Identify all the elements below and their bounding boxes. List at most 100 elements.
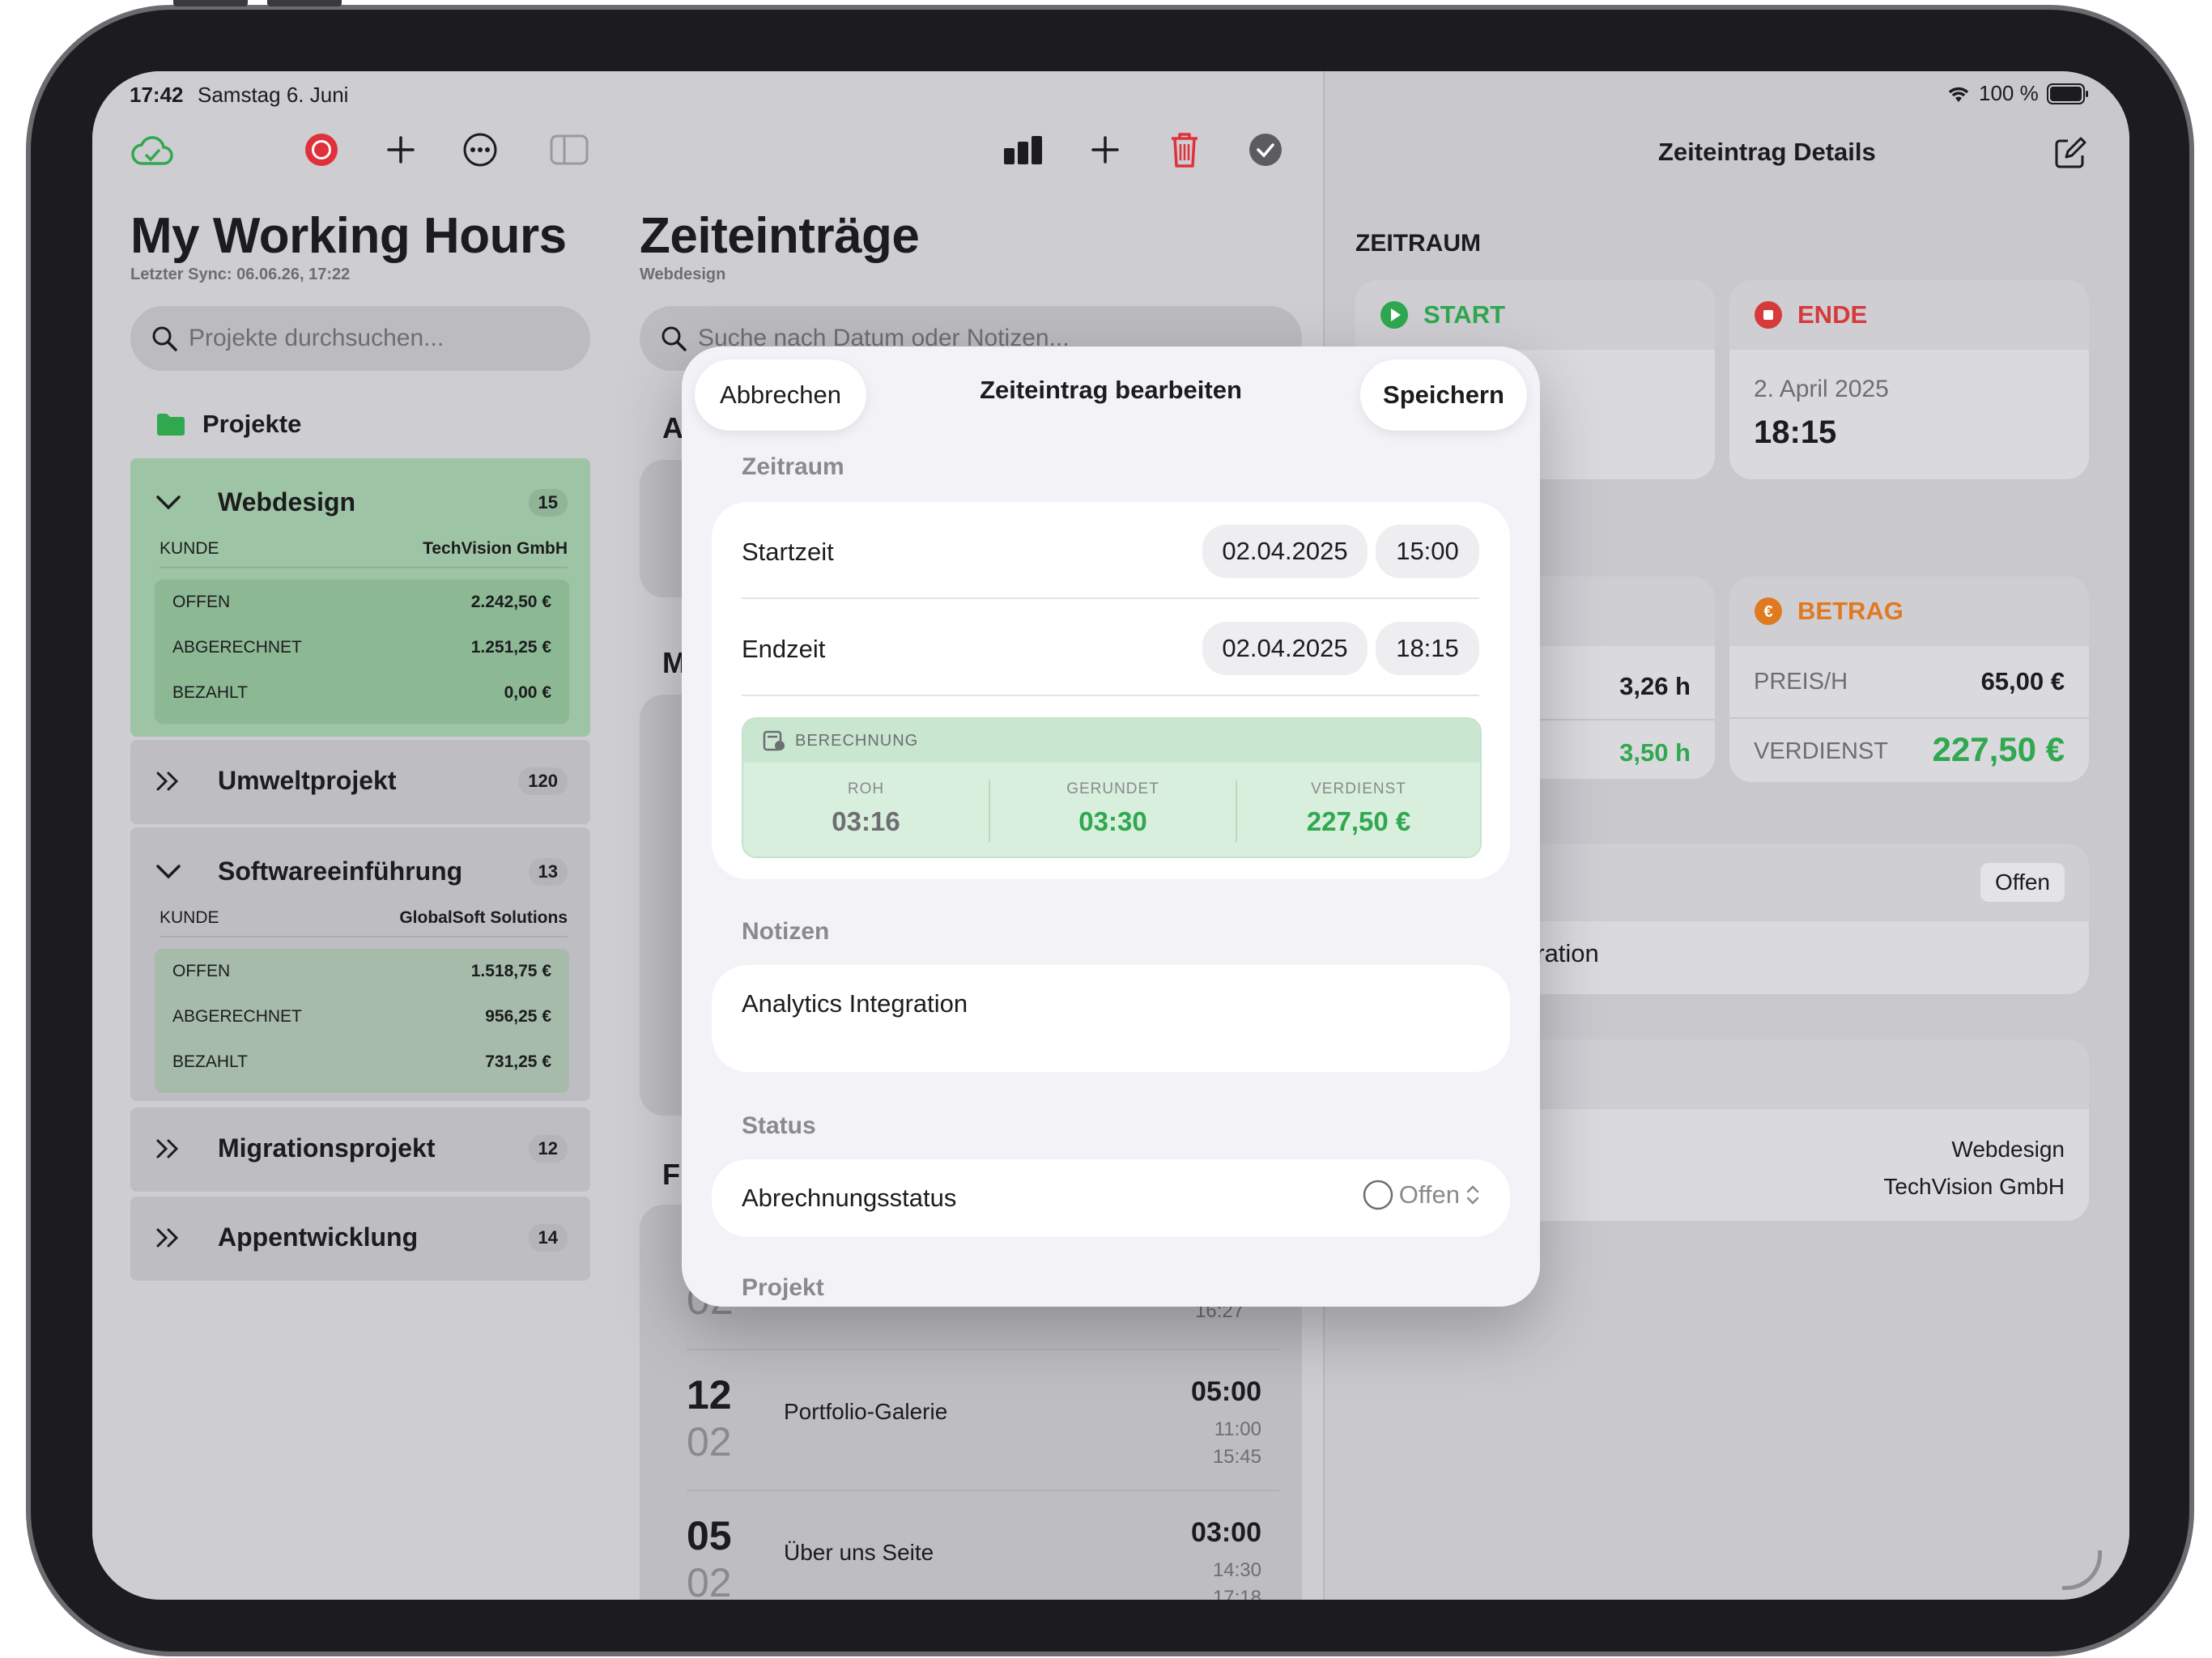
status-date: Samstag 6. Juni	[198, 83, 349, 107]
project-name: Appentwicklung	[218, 1222, 419, 1252]
battery-percent: 100 %	[1979, 81, 2039, 105]
detail-section-header: ZEITRAUM	[1355, 230, 1481, 257]
project-card-migrationsprojekt[interactable]: Migrationsprojekt 12	[130, 1107, 590, 1192]
cloud-sync-icon[interactable]	[130, 128, 175, 173]
entry-note: Portfolio-Galerie	[784, 1399, 948, 1424]
folder-icon	[157, 414, 185, 436]
list-item[interactable]: 12 02 Portfolio-Galerie 05:00 11:00 15:4…	[640, 1350, 1302, 1490]
project-card-umweltprojekt[interactable]: Umweltprojekt 120	[130, 740, 590, 824]
customer-row: KUNDE GlobalSoft Solutions	[160, 908, 568, 937]
list-item[interactable]: 05 02 Über uns Seite 03:00 14:30 17:18	[640, 1491, 1302, 1600]
list-section-header: F	[662, 1158, 680, 1191]
battery-icon	[2046, 83, 2088, 104]
chevron-down-icon	[156, 864, 181, 878]
entry-day: 12	[687, 1372, 732, 1418]
sidebar-toggle-icon[interactable]	[547, 130, 591, 170]
edit-icon[interactable]	[2050, 133, 2091, 173]
stat-billed: ABGERECHNET 1.251,25 €	[172, 638, 551, 657]
billing-status-row[interactable]: Abrechnungsstatus Offen	[712, 1159, 1510, 1237]
project-name: Umweltprojekt	[218, 766, 397, 795]
customer-name: TechVision GmbH	[1883, 1174, 2065, 1199]
status-badge: Offen	[1980, 863, 2065, 902]
calculation-header: BERECHNUNG	[795, 731, 919, 750]
start-label: START	[1423, 300, 1506, 329]
statistics-icon[interactable]	[1001, 130, 1046, 170]
project-search-field[interactable]: Projekte durchsuchen...	[130, 306, 590, 371]
search-icon	[152, 326, 177, 351]
rounded-duration: GERUNDET 03:30	[1066, 780, 1159, 836]
projects-section-label: Projekte	[202, 410, 302, 438]
edit-entry-modal: Abbrechen Zeiteintrag bearbeiten Speiche…	[682, 346, 1540, 1307]
add-project-button[interactable]	[381, 130, 421, 170]
entry-count-badge: 14	[528, 1223, 568, 1252]
done-checkmark-button[interactable]	[1245, 130, 1286, 170]
start-date-picker[interactable]: 02.04.2025	[1202, 525, 1368, 578]
projects-section-header: Projekte	[155, 410, 301, 439]
end-date-picker[interactable]: 02.04.2025	[1202, 622, 1368, 675]
project-name: Softwareeinführung	[218, 857, 463, 886]
project-card-appentwicklung[interactable]: Appentwicklung 14	[130, 1197, 590, 1281]
project-section-header: Projekt	[742, 1274, 824, 1301]
entry-duration: 05:00	[1191, 1376, 1261, 1407]
billing-summary: OFFEN 2.242,50 € ABGERECHNET 1.251,25 € BE…	[155, 580, 569, 724]
entry-start-time: 11:00	[1214, 1418, 1261, 1440]
stat-open: OFFEN 2.242,50 €	[172, 593, 551, 611]
hours-raw: 3,26 h	[1619, 672, 1691, 700]
period-group: Startzeit 02.04.2025 15:00 Endzeit 02.04…	[712, 502, 1510, 879]
amount-label: BETRAG	[1797, 597, 1904, 625]
entry-count-badge: 13	[528, 857, 568, 886]
save-button[interactable]: Speichern	[1360, 359, 1527, 431]
stat-paid: BEZAHLT 0,00 €	[172, 683, 551, 702]
entry-count-badge: 15	[528, 488, 568, 517]
notes-text: Analytics Integration	[742, 989, 968, 1018]
list-section-header: A	[662, 411, 683, 444]
entry-start-time: 14:30	[1212, 1559, 1261, 1581]
record-button[interactable]	[301, 130, 342, 170]
project-name: Webdesign	[218, 487, 356, 517]
entries-title: Zeiteinträge	[640, 208, 920, 264]
stat-open: OFFEN 1.518,75 €	[172, 962, 551, 980]
billing-status-value: Offen	[1398, 1180, 1460, 1209]
calculator-icon	[763, 730, 785, 751]
entry-day: 05	[687, 1513, 732, 1558]
add-entry-button[interactable]	[1085, 130, 1125, 170]
trash-icon[interactable]	[1164, 128, 1205, 172]
project-name: Migrationsprojekt	[218, 1133, 436, 1163]
project-card-softwareeinfuehrung[interactable]: Softwareeinführung 13 KUNDE GlobalSoft S…	[130, 827, 590, 1101]
more-options-icon[interactable]	[460, 130, 500, 170]
end-card: ENDE 2. April 2025 18:15	[1729, 280, 2089, 479]
entry-month: 02	[687, 1419, 732, 1465]
project-row-webdesign[interactable]: Webdesign 15	[155, 487, 568, 517]
sync-status: Letzter Sync: 06.06.26, 17:22	[130, 266, 351, 283]
billing-status-picker[interactable]: Offen	[1362, 1179, 1481, 1211]
project-card-webdesign[interactable]: Webdesign 15 KUNDE TechVision GmbH OFFEN…	[130, 458, 590, 737]
detail-title: Zeiteintrag Details	[1658, 138, 1876, 166]
status-section-header: Status	[742, 1112, 816, 1139]
project-name: Webdesign	[1951, 1137, 2065, 1162]
calculated-earnings: VERDIENST 227,50 €	[1306, 780, 1411, 836]
period-section-header: Zeitraum	[742, 453, 844, 480]
rate-label: PREIS/H	[1754, 669, 1848, 695]
end-time-picker[interactable]: 18:15	[1376, 622, 1479, 675]
customer-row: KUNDE TechVision GmbH	[160, 539, 568, 568]
rate-value: 65,00 €	[1980, 667, 2065, 695]
volume-button	[173, 0, 248, 6]
start-time-picker[interactable]: 15:00	[1376, 525, 1479, 578]
screen: 17:42 Samstag 6. Juni 100 % My Working H…	[92, 71, 2129, 1600]
start-time-label: Startzeit	[742, 538, 834, 566]
notes-field[interactable]: Analytics Integration	[712, 965, 1510, 1072]
chevron-double-right-icon	[156, 1139, 179, 1158]
chevron-up-down-icon	[1466, 1185, 1479, 1205]
entry-count-badge: 120	[518, 767, 568, 795]
end-date: 2. April 2025	[1754, 376, 1889, 402]
stat-billed: ABGERECHNET 956,25 €	[172, 1007, 551, 1026]
search-icon	[661, 326, 687, 351]
end-time-label: Endzeit	[742, 635, 826, 663]
billing-status-label: Abrechnungsstatus	[742, 1184, 957, 1212]
raw-duration: ROH 03:16	[832, 780, 900, 836]
calculation-box: BERECHNUNG ROH 03:16 GERUNDET 03:30 VERD…	[742, 717, 1482, 858]
chevron-double-right-icon	[156, 772, 179, 790]
hours-rounded: 3,50 h	[1619, 738, 1691, 767]
stop-icon	[1755, 301, 1782, 329]
entries-subtitle: Webdesign	[640, 266, 726, 283]
